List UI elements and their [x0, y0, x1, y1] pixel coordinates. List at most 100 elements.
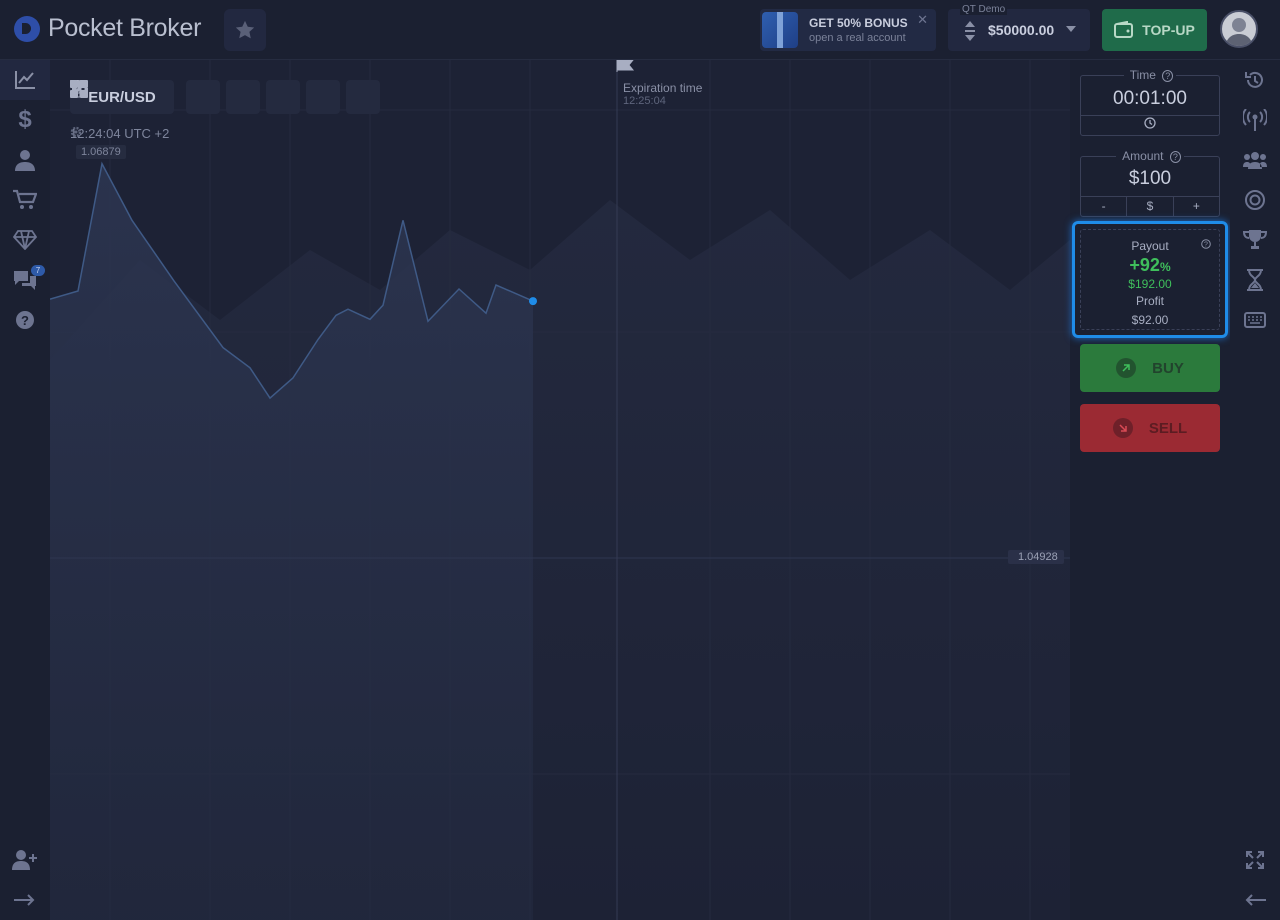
gift-icon — [762, 12, 798, 48]
more-button[interactable] — [71, 80, 340, 114]
avatar[interactable] — [1220, 10, 1258, 48]
add-user-icon — [12, 850, 37, 870]
sidebar-item-social[interactable] — [1230, 140, 1280, 180]
chart-area[interactable]: EUR/USD 12:24:04 UTC +2 1.06879 Expirati… — [50, 60, 1070, 920]
help-icon[interactable]: ? — [1201, 239, 1211, 249]
chart-clock: 12:24:04 UTC +2 — [70, 126, 169, 141]
sidebar-item-finance[interactable]: $ — [0, 100, 50, 140]
account-label: QT Demo — [960, 4, 1008, 15]
high-price-label: 1.06879 — [76, 145, 126, 159]
payout-amount: $192.00 — [1128, 277, 1172, 291]
amount-increase-button[interactable]: + — [1172, 197, 1219, 216]
achievements-icon — [13, 230, 37, 250]
finance-icon: $ — [18, 106, 32, 133]
indicators-button[interactable] — [72, 80, 260, 114]
expand-icon — [14, 894, 35, 906]
help-icon[interactable]: ? — [1169, 151, 1181, 163]
sidebar-item-expand[interactable] — [0, 880, 50, 920]
header: Pocket Broker GET 50% BONUS open a real … — [0, 0, 1280, 60]
sidebar-item-market[interactable] — [0, 180, 50, 220]
clock-label: 12:24:04 UTC +2 — [70, 126, 170, 141]
amount-value[interactable]: $100 — [1081, 168, 1219, 196]
collapse-icon — [1245, 894, 1266, 906]
flag-icon — [616, 60, 635, 72]
help-icon[interactable]: ? — [1162, 70, 1174, 82]
current-price-dot — [529, 297, 537, 306]
expiration-time: 12:25:04 — [623, 95, 666, 107]
signals-icon — [1243, 109, 1267, 131]
payout-panel: Payout ? +92% $192.00 Profit $92.00 — [1072, 221, 1228, 338]
payout-label: Payout — [1131, 239, 1169, 253]
amount-field[interactable]: Amount ? $100 - $ + — [1080, 149, 1220, 217]
grid-icon — [70, 80, 88, 98]
svg-text:?: ? — [21, 313, 29, 328]
trading-icon — [15, 71, 35, 89]
payout-percent: +92% — [1081, 255, 1219, 276]
sidebar-item-invite[interactable] — [0, 840, 50, 880]
express-icon — [1245, 190, 1265, 210]
time-label-text: Time — [1126, 68, 1159, 82]
profile-icon — [15, 150, 35, 171]
sidebar-item-hotkeys[interactable] — [1230, 300, 1280, 340]
expiration-label: Expiration time — [623, 81, 703, 95]
buy-button[interactable]: BUY — [1080, 344, 1220, 392]
chevron-down-icon — [1066, 26, 1076, 32]
profit-label: Profit — [1135, 294, 1164, 308]
current-price-label: 1.04928 — [1008, 550, 1064, 564]
topup-button[interactable]: TOP-UP — [1102, 9, 1207, 51]
keyboard-icon — [1244, 312, 1266, 328]
trade-panel: Time ? 00:01:00 Amount ? $100 - $ + Payo… — [1070, 60, 1230, 920]
bonus-banner[interactable]: GET 50% BONUS open a real account ✕ — [760, 9, 936, 51]
logo-icon — [14, 15, 40, 42]
amount-decrease-button[interactable]: - — [1081, 197, 1126, 216]
buy-label: BUY — [1152, 359, 1184, 377]
clock-icon — [1144, 117, 1156, 129]
trophy-icon — [1243, 230, 1267, 249]
topup-label: TOP-UP — [1142, 22, 1195, 38]
market-icon — [13, 189, 37, 209]
sidebar-item-trading[interactable] — [0, 60, 50, 100]
sidebar-item-help[interactable]: ? — [0, 300, 50, 340]
sidebar-item-express[interactable] — [1230, 180, 1280, 220]
fullscreen-icon — [1246, 851, 1264, 869]
help-icon: ? — [16, 311, 34, 329]
arrow-up-right-icon — [1116, 358, 1137, 378]
time-value[interactable]: 00:01:00 — [1081, 88, 1219, 115]
social-icon — [1243, 152, 1267, 169]
sidebar-item-collapse[interactable] — [1230, 880, 1280, 920]
sidebar-item-history[interactable] — [1230, 60, 1280, 100]
gear-icon[interactable] — [70, 126, 82, 138]
profit-amount: $92.00 — [1131, 313, 1169, 327]
svg-text:?: ? — [1204, 242, 1208, 249]
sidebar-item-pending[interactable] — [1230, 260, 1280, 300]
time-label: Time ? — [1123, 68, 1177, 82]
currency-toggle[interactable]: $ — [1126, 197, 1172, 216]
sidebar-item-tournaments[interactable] — [1230, 220, 1280, 260]
sidebar-item-achievements[interactable] — [0, 220, 50, 260]
sell-button[interactable]: SELL — [1080, 404, 1220, 452]
sidebar-item-profile[interactable] — [0, 140, 50, 180]
close-icon[interactable]: ✕ — [917, 12, 928, 28]
sidebar-item-signals[interactable] — [1230, 100, 1280, 140]
sell-label: SELL — [1148, 419, 1188, 437]
time-field[interactable]: Time ? 00:01:00 — [1080, 68, 1220, 136]
bonus-subtitle: open a real account — [809, 32, 906, 44]
account-selector[interactable]: QT Demo $50000.00 — [948, 4, 1090, 51]
chat-badge: 7 — [31, 265, 45, 276]
chart-type-button[interactable] — [72, 80, 220, 114]
arrow-down-right-icon — [1112, 418, 1133, 438]
sidebar-item-chat[interactable]: 7 — [0, 260, 50, 300]
layout-button[interactable] — [70, 80, 380, 114]
wallet-icon — [1114, 21, 1134, 38]
logo[interactable]: Pocket Broker — [14, 14, 201, 43]
amount-label-text: Amount — [1119, 149, 1167, 163]
percent-sign: % — [1159, 260, 1171, 274]
sidebar-item-fullscreen[interactable] — [1230, 840, 1280, 880]
brand-name: Pocket Broker — [48, 14, 202, 42]
left-sidebar: $ 7 ? — [0, 60, 50, 920]
drawing-button[interactable] — [71, 80, 300, 114]
favorites-button[interactable] — [224, 9, 266, 51]
hourglass-icon — [1247, 269, 1263, 291]
pair-label: EUR/USD — [88, 88, 156, 106]
clock-toggle[interactable] — [1081, 116, 1219, 135]
